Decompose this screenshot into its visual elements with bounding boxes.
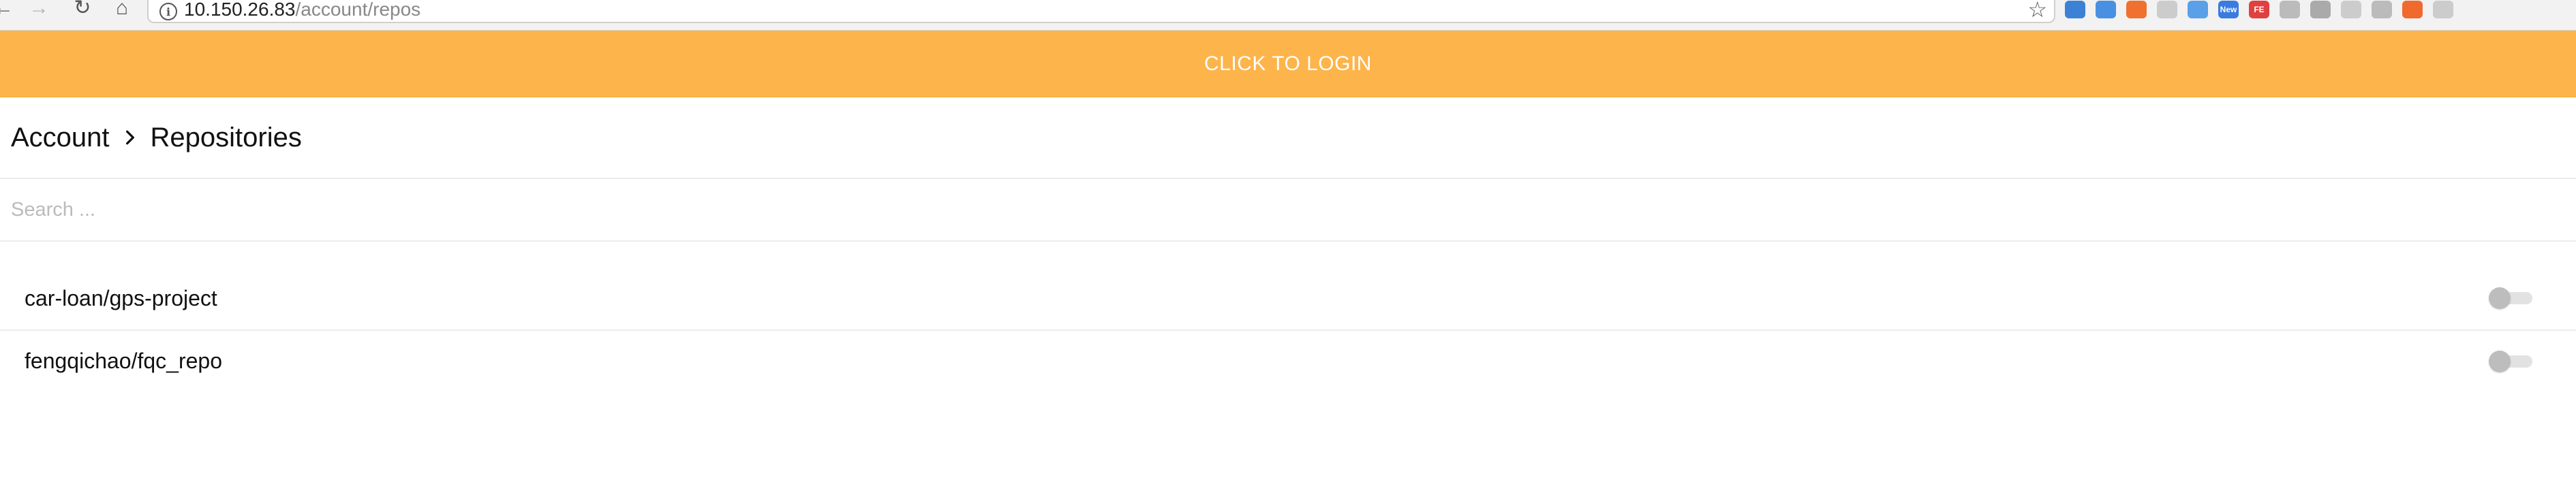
ext-feather-icon[interactable] [2188,1,2208,18]
reload-icon[interactable]: ↻ [71,0,94,18]
site-info-icon[interactable]: i [159,3,177,20]
login-button[interactable]: CLICK TO LOGIN [1204,52,1372,76]
ext-funnel-icon[interactable] [2310,1,2331,18]
breadcrumb-account-link[interactable]: Account [11,123,110,153]
search-input[interactable] [0,179,2576,240]
bookmark-star-icon[interactable]: ☆ [2027,0,2047,20]
ext-gray-icon[interactable] [2157,1,2177,18]
ext-qr-icon[interactable] [2372,1,2392,18]
toggle-knob [2489,351,2511,372]
ext-circle-icon[interactable] [2433,1,2453,18]
repo-row: fengqichao/fqc_repo [0,330,2576,391]
url-text[interactable]: 10.150.26.83/account/repos [184,0,420,20]
ext-bird-icon[interactable] [2280,1,2300,18]
ext-blue-icon[interactable] [2065,1,2085,18]
breadcrumb: Account Repositories [0,97,2576,179]
address-bar[interactable]: i 10.150.26.83/account/repos ☆ [147,0,2055,23]
home-icon[interactable]: ⌂ [110,0,134,18]
browser-toolbar: ← → ↻ ⌂ i 10.150.26.83/account/repos ☆ N… [0,0,2576,31]
ext-translate-icon[interactable] [2096,1,2116,18]
repo-toggle[interactable] [2489,287,2534,309]
back-icon[interactable]: ← [0,0,15,18]
forward-icon[interactable]: → [27,0,50,18]
chevron-right-icon [110,129,151,146]
login-banner[interactable]: CLICK TO LOGIN [0,31,2576,97]
ext-gitlab-icon[interactable] [2402,1,2423,18]
repo-list: car-loan/gps-project fengqichao/fqc_repo [0,268,2576,391]
repo-toggle[interactable] [2489,351,2534,372]
ext-gear-icon[interactable] [2341,1,2361,18]
repo-name: car-loan/gps-project [25,286,217,310]
url-path: /account/repos [295,0,421,20]
ext-orange-icon[interactable] [2126,1,2147,18]
extensions-bar: New FE [2065,0,2453,19]
repo-row: car-loan/gps-project [0,268,2576,330]
ext-fe-icon[interactable]: FE [2249,1,2269,18]
repo-name: fengqichao/fqc_repo [25,349,222,373]
toggle-knob [2489,287,2511,309]
ext-new-icon[interactable]: New [2218,1,2239,18]
url-host: 10.150.26.83 [184,0,296,20]
search-bar [0,179,2576,242]
breadcrumb-current: Repositories [150,122,302,152]
